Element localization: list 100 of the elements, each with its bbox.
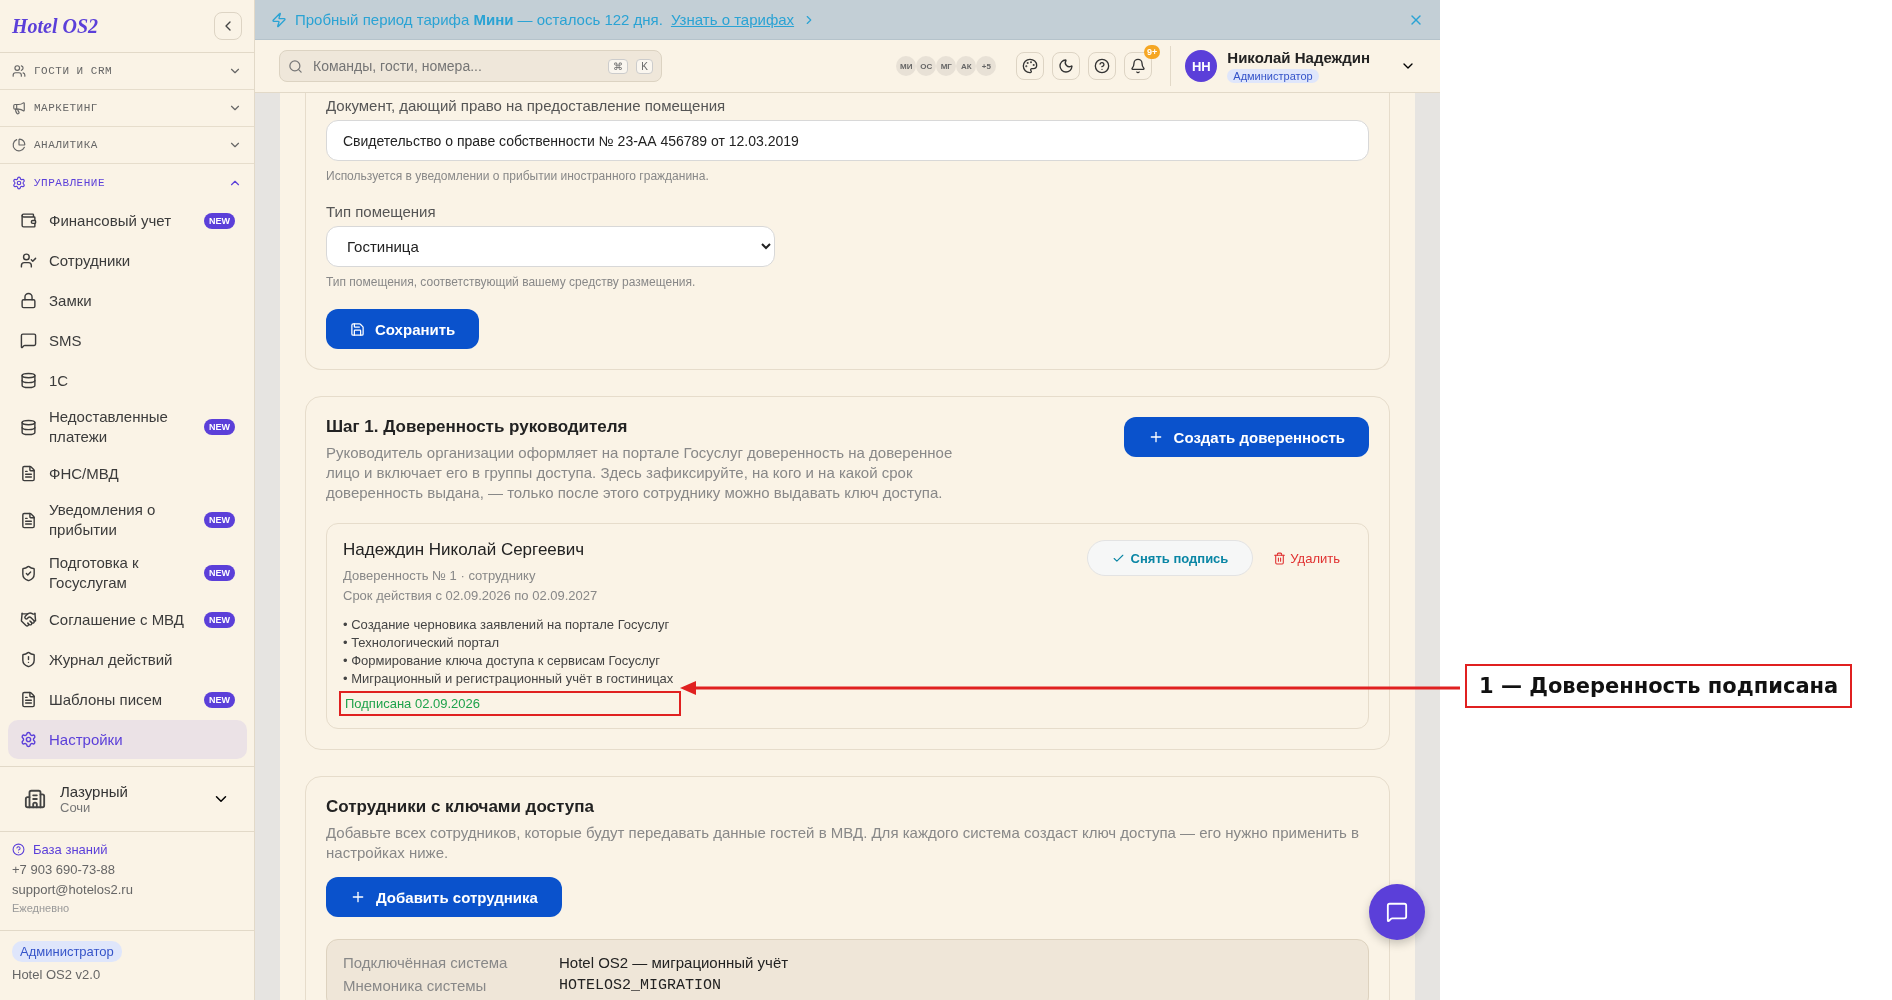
new-badge: NEW bbox=[204, 611, 235, 628]
notification-count: 9+ bbox=[1144, 45, 1161, 59]
megaphone-icon bbox=[12, 101, 26, 115]
moon-icon bbox=[1058, 58, 1075, 74]
theme-button[interactable] bbox=[1052, 52, 1081, 80]
user-check-icon bbox=[20, 252, 37, 269]
wallet-icon bbox=[20, 212, 37, 229]
sidebar-item[interactable]: 1С bbox=[8, 361, 247, 400]
database-icon bbox=[20, 372, 37, 389]
document-icon bbox=[20, 511, 37, 529]
sidebar-item[interactable]: Недоставленные платежи NEW bbox=[8, 401, 247, 453]
premises-type-select[interactable]: Гостиница bbox=[326, 226, 775, 267]
field-hint: Используется в уведомлении о прибытии иностранного гражданина. bbox=[326, 169, 710, 183]
document-field[interactable]: Свидетельство о праве собственности № 23-АА 456789 от 12.03.2019 bbox=[326, 120, 1369, 161]
help-button[interactable] bbox=[1088, 52, 1117, 80]
sidebar-item[interactable]: Замки bbox=[8, 281, 247, 320]
user-name: Николай Надеждин bbox=[1227, 48, 1370, 66]
permission-item: • Создание черновика заявлений на портале Госуслуг bbox=[343, 616, 671, 634]
chat-icon bbox=[1386, 901, 1408, 923]
annotation-callout: 1 — Доверенность подписана bbox=[1465, 664, 1853, 708]
property-selector[interactable]: Лазурный Сочи bbox=[0, 767, 254, 831]
new-badge: NEW bbox=[204, 691, 235, 708]
section-header[interactable]: ГОСТИ И CRM bbox=[0, 53, 254, 90]
section-header[interactable]: УПРАВЛЕНИЕ bbox=[0, 164, 254, 201]
lightning-icon bbox=[271, 11, 287, 28]
handshake-icon bbox=[20, 611, 37, 628]
plus-icon bbox=[350, 889, 366, 905]
sidebar-item[interactable]: Шаблоны писем NEW bbox=[8, 680, 247, 719]
lock-icon bbox=[20, 292, 37, 309]
more-avatars[interactable]: +5 bbox=[976, 56, 997, 76]
proxy-number: Доверенность № 1 · сотруднику bbox=[343, 568, 537, 583]
section-title: Шаг 1. Доверенность руководителя bbox=[326, 417, 629, 437]
search-field[interactable]: Команды, гости, номера... ⌘ K bbox=[279, 50, 662, 82]
user-avatar[interactable]: МГ bbox=[936, 56, 957, 76]
trash-icon bbox=[1273, 551, 1287, 565]
role-badge: Администратор bbox=[12, 941, 122, 962]
section-title: Сотрудники с ключами доступа bbox=[326, 797, 595, 817]
sidebar-item[interactable]: ФНС/МВД bbox=[8, 454, 247, 493]
create-proxy-button[interactable]: Создать доверенность bbox=[1123, 417, 1369, 457]
key-hint: K bbox=[636, 58, 653, 74]
info-label: Мнемоника системы bbox=[343, 977, 488, 994]
user-avatar[interactable]: НН bbox=[1185, 50, 1218, 82]
info-value: Hotel OS2 — миграционный учёт bbox=[559, 954, 790, 971]
help-icon bbox=[1094, 58, 1111, 74]
palette-icon bbox=[1022, 58, 1039, 74]
sidebar-item[interactable]: Журнал действий bbox=[8, 640, 247, 679]
help-icon bbox=[12, 843, 25, 856]
users-icon bbox=[12, 64, 26, 78]
building-icon bbox=[24, 788, 46, 810]
support-hours: Ежедневно bbox=[12, 902, 71, 914]
palette-button[interactable] bbox=[1016, 52, 1045, 80]
proxy-holder-name: Надеждин Николай Сергеевич bbox=[343, 540, 586, 560]
key-hint: ⌘ bbox=[608, 58, 629, 74]
settings-icon bbox=[20, 731, 37, 748]
sidebar-item[interactable]: Сотрудники bbox=[8, 241, 247, 280]
permission-item: • Миграционный и регистрационный учёт в гостиницах bbox=[343, 670, 675, 688]
new-badge: NEW bbox=[204, 565, 235, 581]
trial-text: Пробный период тарифа Мини — осталось 122 дня. bbox=[295, 11, 663, 28]
user-avatar[interactable]: ОС bbox=[916, 56, 937, 76]
new-badge: NEW bbox=[204, 419, 235, 435]
section-header[interactable]: АНАЛИТИКА bbox=[0, 127, 254, 164]
pie-chart-icon bbox=[12, 138, 26, 152]
message-icon bbox=[20, 332, 37, 349]
support-phone: +7 903 690-73-88 bbox=[12, 862, 116, 877]
document-icon bbox=[20, 465, 37, 482]
role-badge: Администратор bbox=[1227, 68, 1319, 83]
add-employee-button[interactable]: Добавить сотрудника bbox=[326, 877, 562, 917]
settings-icon bbox=[12, 175, 26, 190]
shield-icon bbox=[20, 651, 37, 668]
info-label: Подключённая система bbox=[343, 954, 509, 971]
permission-item: • Формирование ключа доступа к сервисам Госуслуг bbox=[343, 652, 662, 670]
search-input[interactable]: Команды, гости, номера... bbox=[311, 57, 601, 75]
field-label: Тип помещения bbox=[326, 203, 437, 220]
document-icon bbox=[20, 691, 37, 708]
search-icon bbox=[288, 58, 303, 74]
user-avatar[interactable]: МИ bbox=[896, 56, 917, 76]
sidebar-item[interactable]: Соглашение с МВД NEW bbox=[8, 600, 247, 639]
bell-icon bbox=[1130, 58, 1147, 74]
unsign-button[interactable]: Снять подпись bbox=[1086, 540, 1254, 576]
logo: Hotel OS2 bbox=[12, 14, 99, 38]
section-description: Руководитель организации оформляет на портале Госуслуг доверенность на доверенное лицо и включает его в группы доступа. Здесь зафиксируйте, на кого и на какой срок доверенность выдана, — только после этого сотруднику можно выдавать ключ доступа. bbox=[326, 443, 954, 503]
knowledge-base-link[interactable]: База знаний bbox=[12, 842, 242, 857]
section-header[interactable]: МАРКЕТИНГ bbox=[0, 90, 254, 127]
field-label: Документ, дающий право на предоставление помещения bbox=[326, 97, 727, 114]
sidebar-item[interactable]: Подготовка к Госуслугам NEW bbox=[8, 547, 247, 599]
shield-check-icon bbox=[20, 564, 37, 582]
proxy-validity: Срок действия с 02.09.2026 по 02.09.2027 bbox=[343, 588, 598, 603]
sidebar-item[interactable]: SMS bbox=[8, 321, 247, 360]
user-avatar[interactable]: АК bbox=[956, 56, 977, 76]
support-email: support@hotelos2.ru bbox=[12, 882, 134, 897]
database-icon bbox=[20, 418, 37, 436]
field-hint: Тип помещения, соответствующий вашему средству размещения. bbox=[326, 275, 697, 289]
sidebar-item[interactable]: Настройки bbox=[8, 720, 247, 759]
info-value: HOTELOS2_MIGRATION bbox=[559, 977, 723, 994]
sidebar-item[interactable]: Финансовый учет NEW bbox=[8, 201, 247, 240]
sidebar-item[interactable]: Уведомления о прибытии NEW bbox=[8, 494, 247, 546]
section-description: Добавьте всех сотрудников, которые будут передавать данные гостей в МВД. Для каждого система создаст ключ доступа — его нужно применить в настройках ниже. bbox=[326, 823, 1361, 863]
save-button[interactable]: Сохранить bbox=[326, 309, 480, 349]
new-badge: NEW bbox=[204, 212, 235, 229]
delete-button[interactable]: Удалить bbox=[1261, 540, 1352, 576]
